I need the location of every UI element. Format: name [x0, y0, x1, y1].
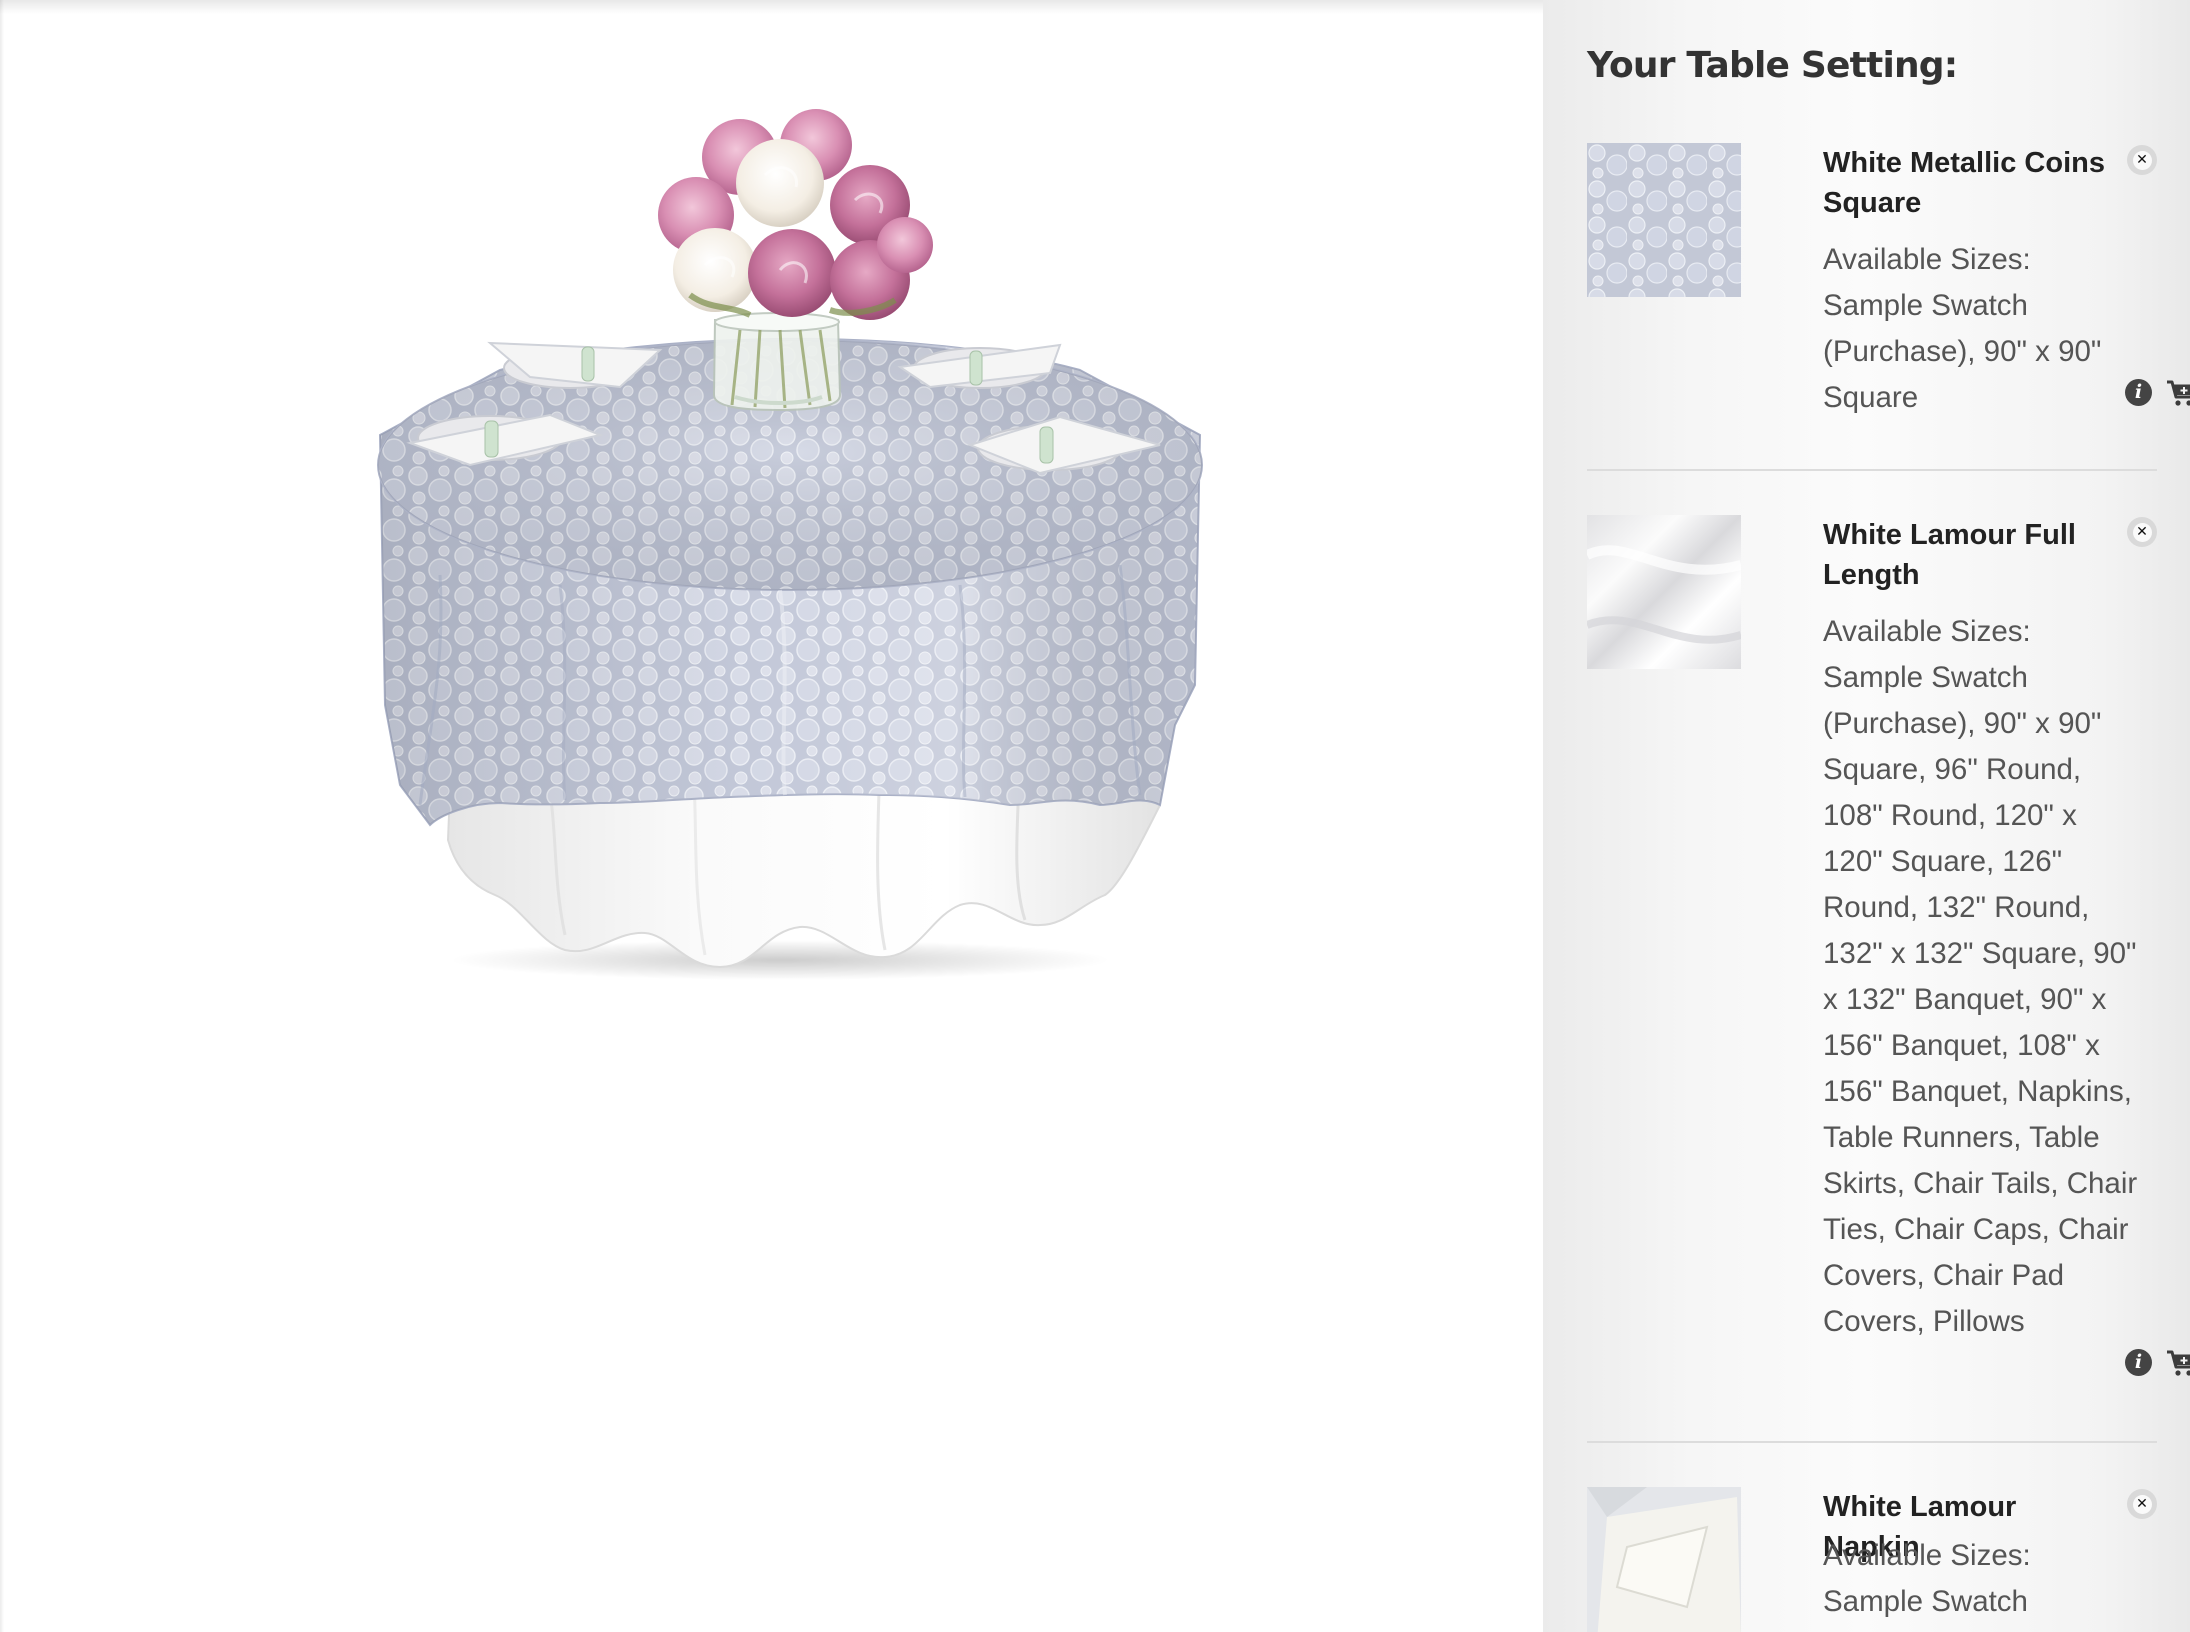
item-divider: [1587, 469, 2157, 471]
sizes-list: Sample Swatch (Purchase), 90" x 90" Squa…: [1823, 661, 2138, 1338]
table-setting-image: [377, 109, 1203, 980]
remove-item-button[interactable]: ✕: [2127, 517, 2157, 547]
item-thumbnail[interactable]: [1587, 515, 1741, 669]
sizes-label: Available Sizes:: [1823, 615, 2031, 648]
info-icon[interactable]: i: [2125, 379, 2152, 406]
setting-item-white-metallic-coins-square: White Metallic Coins Square Available Si…: [1587, 143, 2190, 470]
sidebar-title: Your Table Setting:: [1587, 45, 1958, 86]
sizes-label: Available Sizes:: [1823, 1539, 2031, 1572]
available-sizes: Available Sizes: Sample Swatch (Purchase…: [1823, 237, 2143, 421]
item-thumbnail[interactable]: [1587, 143, 1741, 297]
info-icon[interactable]: i: [2125, 1349, 2152, 1376]
sizes-list: Sample Swatch: [1823, 1585, 2028, 1618]
add-to-cart-icon[interactable]: [2166, 1349, 2190, 1377]
close-icon: ✕: [2132, 522, 2152, 542]
item-thumbnail[interactable]: [1587, 1487, 1741, 1632]
item-name[interactable]: White Lamour Full Length: [1823, 515, 2113, 595]
sizes-label: Available Sizes:: [1823, 243, 2031, 276]
remove-item-button[interactable]: ✕: [2127, 1489, 2157, 1519]
setting-item-white-lamour-napkin: White Lamour Napkin Available Sizes: Sam…: [1587, 1487, 2157, 1632]
close-icon: ✕: [2132, 1494, 2152, 1514]
item-divider: [1587, 1441, 2157, 1443]
table-setting-sidebar: Your Table Setting: White Metallic Coins…: [1543, 0, 2190, 1632]
add-to-cart-icon[interactable]: [2166, 379, 2190, 407]
setting-item-white-lamour-full-length: White Lamour Full Length Available Sizes…: [1587, 515, 2190, 1443]
available-sizes: Available Sizes: Sample Swatch (Purchase…: [1823, 609, 2143, 1345]
remove-item-button[interactable]: ✕: [2127, 145, 2157, 175]
close-icon: ✕: [2132, 150, 2152, 170]
sizes-list: Sample Swatch (Purchase), 90" x 90" Squa…: [1823, 289, 2102, 414]
table-preview: [0, 0, 1543, 1632]
item-name[interactable]: White Metallic Coins Square: [1823, 143, 2113, 223]
available-sizes: Available Sizes: Sample Swatch: [1823, 1533, 2143, 1625]
